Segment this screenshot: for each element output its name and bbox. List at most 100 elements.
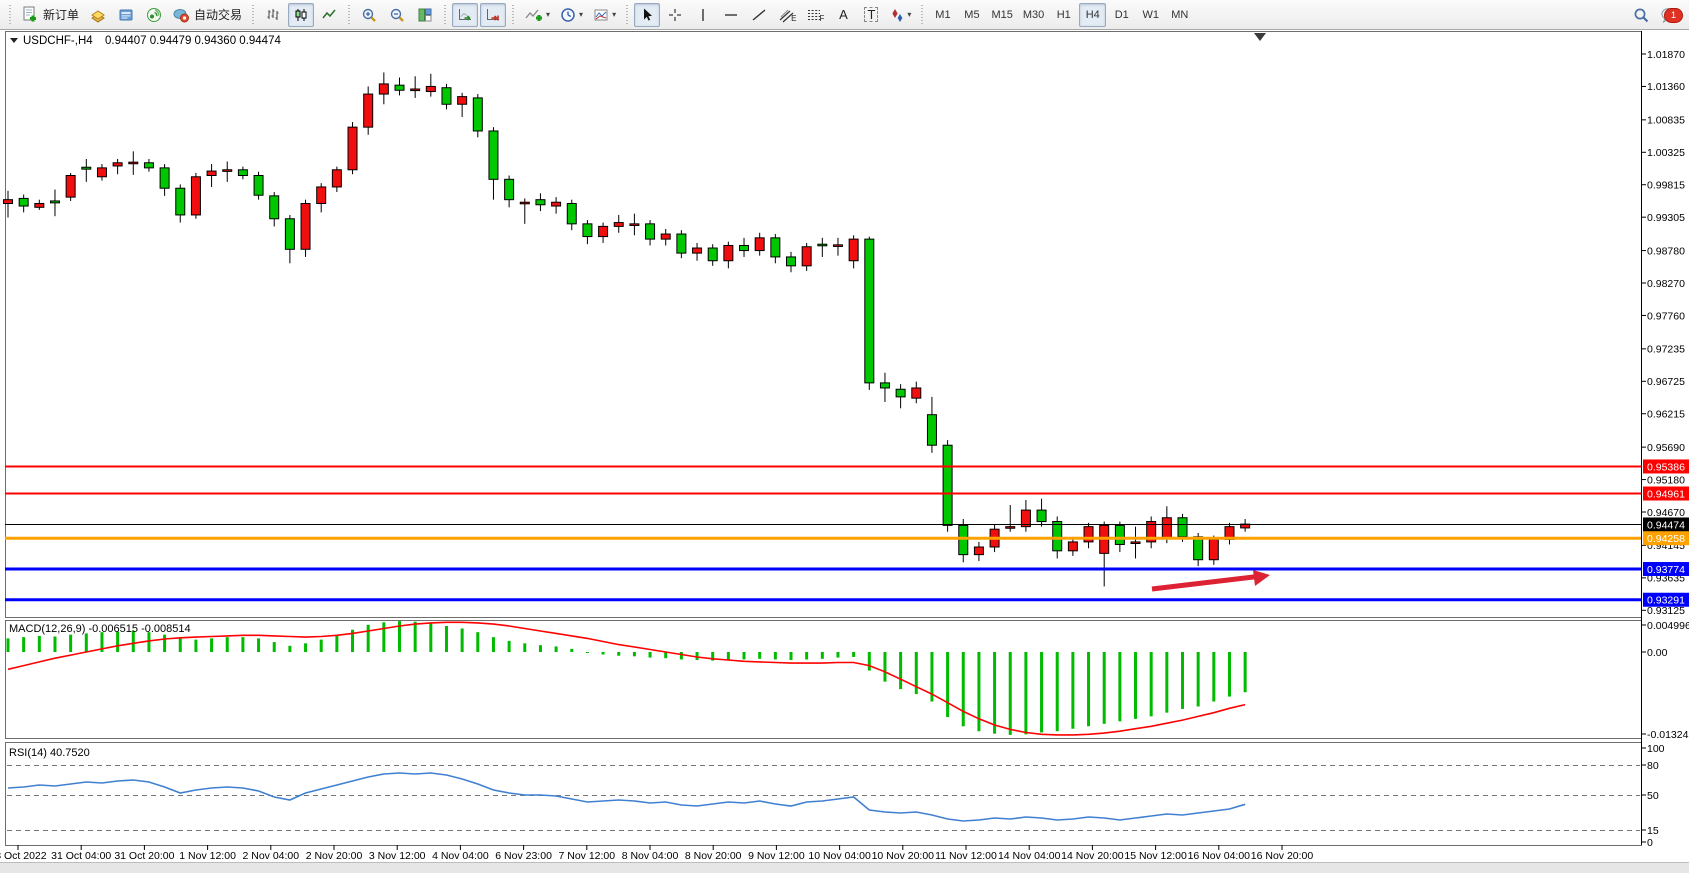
chart-area[interactable]: 1.018701.013601.008351.003250.998150.993…	[0, 0, 1689, 872]
indicators-dropdown-caret[interactable]: ▾	[546, 10, 550, 19]
time-tick-label: 2 Nov 04:00	[242, 850, 299, 862]
toolbar-cursor-button[interactable]	[634, 3, 660, 27]
toolbar-vertical-line-button[interactable]	[690, 3, 716, 27]
toolbar-line-chart-button[interactable]	[316, 3, 342, 27]
toolbar-text-label-button[interactable]: T	[858, 3, 884, 27]
macd-bar	[1087, 652, 1090, 726]
macd-bar	[946, 652, 949, 717]
toolbar-tile-windows-button[interactable]	[412, 3, 438, 27]
toolbar-zoom-in-button[interactable]	[356, 3, 382, 27]
toolbar-auto-scroll-button[interactable]	[452, 3, 478, 27]
timeframe-m30-button[interactable]: M30	[1019, 3, 1048, 27]
macd-bar	[555, 646, 558, 652]
price-tick-label: 0.99305	[1647, 212, 1685, 224]
timeframe-d1-button[interactable]: D1	[1108, 3, 1135, 27]
price-tick-label: 0.97235	[1647, 344, 1685, 356]
toolbar-periods-button[interactable]: ▾	[556, 3, 587, 27]
timeframe-mn-button[interactable]: MN	[1166, 3, 1193, 27]
toolbar-group-handle[interactable]	[347, 5, 351, 25]
toolbar-group-handle[interactable]	[443, 5, 447, 25]
toolbar-group-handle[interactable]	[8, 5, 12, 25]
notification-count-badge: 1	[1664, 8, 1683, 23]
toolbar-right-icons: 1	[1627, 0, 1683, 30]
time-tick-label: 8 Nov 04:00	[622, 850, 679, 862]
bar-chart-icon	[265, 7, 281, 23]
macd-bar	[304, 643, 307, 652]
candle-down	[567, 203, 576, 223]
candle-up	[1162, 518, 1171, 538]
toolbar-fibonacci-button[interactable]: F	[802, 3, 828, 27]
toolbar-autotrading-button[interactable]: 自动交易	[169, 3, 246, 27]
price-badge-label: 0.93774	[1647, 564, 1685, 576]
toolbar-trendline-button[interactable]	[746, 3, 772, 27]
periods-dropdown-caret[interactable]: ▾	[579, 10, 583, 19]
price-tick-label: 0.98780	[1647, 245, 1685, 257]
macd-bar	[805, 652, 808, 659]
candle-up	[630, 224, 639, 226]
toolbar-equidistant-channel-button[interactable]: E	[774, 3, 800, 27]
candle-up	[693, 248, 702, 253]
toolbar-arrow-objects-button[interactable]: ▾	[886, 3, 915, 27]
macd-bar	[7, 638, 10, 652]
toolbar-zoom-out-button[interactable]	[384, 3, 410, 27]
candle-up	[207, 171, 216, 175]
candle-down	[865, 239, 874, 383]
toolbar-group-handle[interactable]	[625, 5, 629, 25]
macd-bar	[210, 638, 213, 652]
toolbar-group-handle[interactable]	[920, 5, 924, 25]
toolbar-new-order-button[interactable]: 新订单	[17, 3, 83, 27]
toolbar-horizontal-line-button[interactable]	[718, 3, 744, 27]
timeframe-m15-button[interactable]: M15	[987, 3, 1016, 27]
toolbar-text-button[interactable]: A	[830, 3, 856, 27]
macd-bar	[993, 652, 996, 734]
price-tick-label: 1.01870	[1647, 49, 1685, 61]
zoom-in-icon	[361, 7, 377, 23]
macd-bar	[1040, 652, 1043, 732]
candle-up	[317, 187, 326, 204]
macd-bar	[147, 632, 150, 652]
toolbar-group-handle[interactable]	[251, 5, 255, 25]
new-order-icon	[21, 6, 39, 23]
macd-panel[interactable]	[6, 621, 1642, 739]
price-tick-label: 0.96725	[1647, 376, 1685, 388]
timeframe-m5-button[interactable]: M5	[958, 3, 985, 27]
macd-bar	[727, 652, 730, 660]
toolbar-signals-button[interactable]	[141, 3, 167, 27]
toolbar-search-button[interactable]	[1628, 3, 1654, 27]
macd-indicator-label: MACD(12,26,9) -0.006515 -0.008514	[9, 623, 191, 635]
toolbar-bar-chart-button[interactable]	[260, 3, 286, 27]
price-tick-label: 0.97760	[1647, 310, 1685, 322]
timeframe-h1-button[interactable]: H1	[1050, 3, 1077, 27]
candle-up	[614, 223, 623, 227]
toolbar-crosshair-button[interactable]	[662, 3, 688, 27]
candle-up	[802, 247, 811, 266]
toolbar-templates-button[interactable]: ▾	[589, 3, 620, 27]
macd-bar	[1056, 652, 1059, 731]
candle-down	[1194, 537, 1203, 560]
toolbar-group-handle[interactable]	[511, 5, 515, 25]
autotrading-icon	[173, 7, 190, 23]
time-tick-label: 4 Nov 04:00	[432, 850, 489, 862]
main-chart-panel[interactable]	[6, 32, 1642, 618]
candle-up	[113, 163, 122, 166]
timeframe-h4-button[interactable]: H4	[1079, 3, 1106, 27]
macd-bar	[1103, 652, 1106, 724]
rsi-tick-label: 0	[1647, 837, 1653, 849]
toolbar-candlestick-chart-button[interactable]	[288, 3, 314, 27]
toolbar-indicators-button[interactable]: ▾	[520, 3, 554, 27]
toolbar-group-2	[355, 1, 439, 29]
time-tick-label: 15 Nov 12:00	[1124, 850, 1187, 862]
toolbar-data-window-button[interactable]	[113, 3, 139, 27]
candle-down	[50, 201, 59, 203]
toolbar-market-watch-button[interactable]	[85, 3, 111, 27]
text-glyph: A	[839, 7, 848, 22]
templates-dropdown-caret[interactable]: ▾	[612, 10, 616, 19]
candle-down	[176, 188, 185, 215]
time-tick-label: 16 Nov 20:00	[1251, 850, 1314, 862]
timeframe-w1-button[interactable]: W1	[1137, 3, 1164, 27]
arrow-objects-dropdown-caret[interactable]: ▾	[907, 10, 911, 19]
timeframe-m1-button[interactable]: M1	[929, 3, 956, 27]
toolbar-notifications-button[interactable]: 1	[1656, 3, 1682, 27]
candle-up	[912, 388, 921, 398]
toolbar-chart-shift-button[interactable]	[480, 3, 506, 27]
